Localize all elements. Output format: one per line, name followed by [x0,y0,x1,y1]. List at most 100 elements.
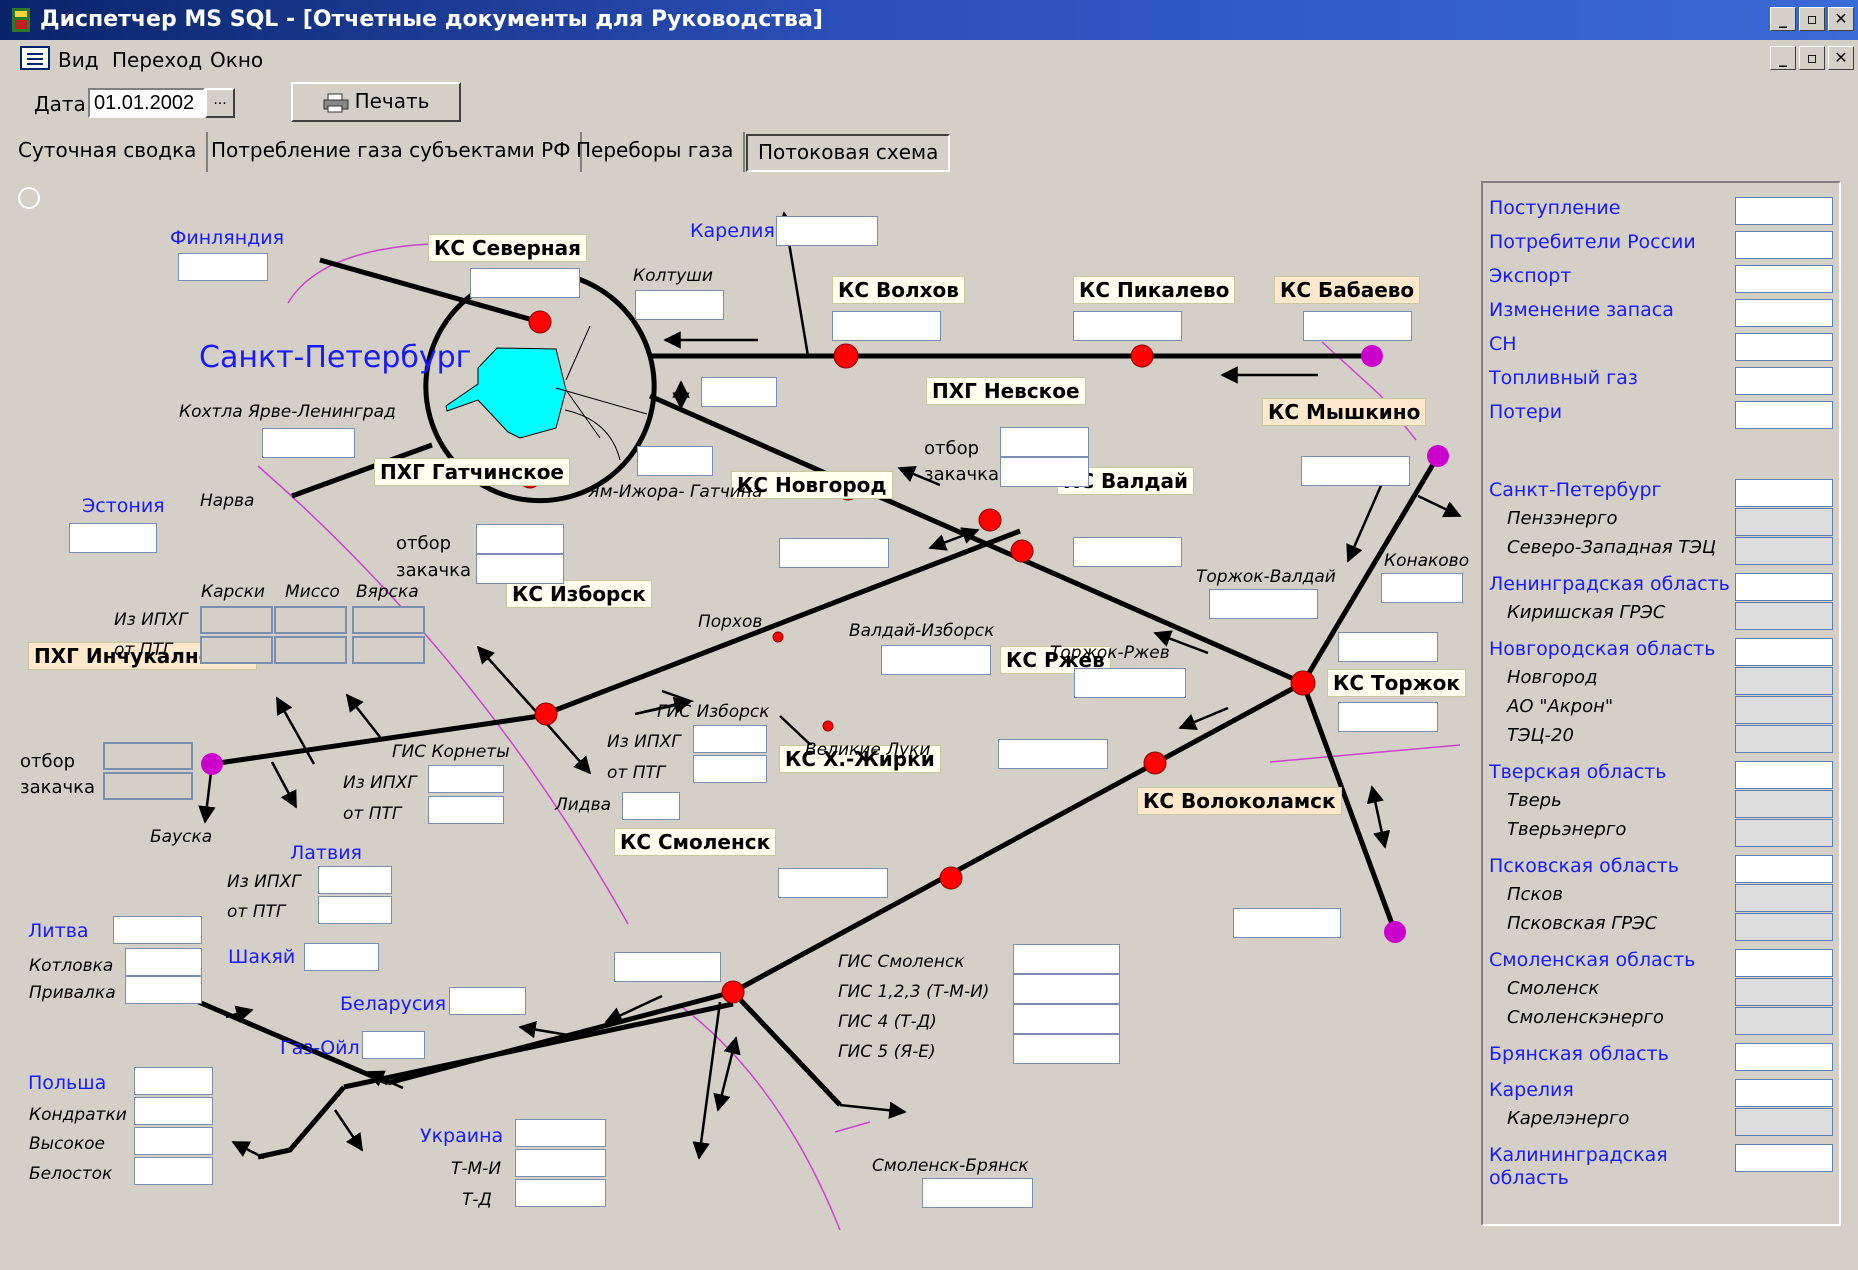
karksi-iphg-field[interactable] [200,606,273,634]
gatchina-zakachka-field[interactable] [476,554,564,584]
summary-field[interactable] [1735,1043,1833,1071]
kornety-ptg-field[interactable] [428,796,504,824]
kondratki-field[interactable] [134,1097,213,1125]
kornety-iphg-field[interactable] [428,765,504,793]
varska-iphg-field[interactable] [352,606,425,634]
estonia-field[interactable] [69,523,157,553]
valday-izborsk-field[interactable] [881,645,991,675]
spb-ring-field[interactable] [701,377,777,407]
station-gatchinskoe: ПХГ Гатчинское [374,458,570,486]
karksi-ptg-field[interactable] [200,636,273,664]
summary-field[interactable] [1735,537,1833,565]
gis-smolensk-field[interactable] [1013,944,1120,974]
summary-field[interactable] [1735,479,1833,507]
belostok-field[interactable] [134,1157,213,1185]
summary-field[interactable] [1735,602,1833,630]
karelia-field[interactable] [776,216,878,246]
summary-field[interactable] [1735,855,1833,883]
summary-field[interactable] [1735,884,1833,912]
gis-izborsk-ptg-field[interactable] [693,755,767,783]
gis-123-field[interactable] [1013,974,1120,1004]
doc-close-button[interactable]: ✕ [1828,46,1854,70]
valday-field[interactable] [1073,537,1182,567]
ukraine-field[interactable] [515,1119,606,1147]
koltushi-field[interactable] [635,290,724,320]
yam-izhora-field[interactable] [637,446,713,476]
gatchina-otbor-field[interactable] [476,524,564,554]
label-koltushi: Колтуши [633,266,713,286]
summary-field[interactable] [1735,197,1833,225]
torzhok-field-top[interactable] [1338,632,1438,662]
smolensk-bryansk-field[interactable] [922,1178,1033,1208]
summary-field[interactable] [1735,1108,1833,1136]
shakyai-field[interactable] [304,943,379,971]
babaevo-field[interactable] [1303,311,1412,341]
torzhok-valday-field[interactable] [1209,589,1318,619]
nevskoe-otbor-field[interactable] [1000,427,1089,457]
gis-4-field[interactable] [1013,1004,1120,1034]
varska-ptg-field[interactable] [352,636,425,664]
summary-field[interactable] [1735,508,1833,536]
client-area: Вид Переход Окно _ ▫ ✕ Дата 01.01.2002 .… [0,40,1858,1270]
station-torzhok: КС Торжок [1327,669,1466,697]
torzhok-rzhev-field[interactable] [1074,668,1186,698]
smolensk-field[interactable] [614,952,721,982]
summary-field[interactable] [1735,638,1833,666]
summary-field[interactable] [1735,790,1833,818]
summary-field[interactable] [1735,299,1833,327]
poland-field[interactable] [134,1067,213,1095]
nevskoe-zakachka-field[interactable] [1000,457,1089,487]
belarus-field[interactable] [449,987,526,1015]
summary-field[interactable] [1735,573,1833,601]
lithuania-field[interactable] [113,916,202,944]
summary-field[interactable] [1735,913,1833,941]
rzhev-field[interactable] [998,739,1108,769]
summary-field[interactable] [1735,949,1833,977]
lidva-field[interactable] [622,792,680,820]
summary-field[interactable] [1735,667,1833,695]
summary-field[interactable] [1735,725,1833,753]
close-button[interactable]: ✕ [1828,7,1854,31]
summary-field[interactable] [1735,265,1833,293]
kotlovka-field[interactable] [125,948,202,976]
minimize-button[interactable]: _ [1770,7,1796,31]
misso-ptg-field[interactable] [274,636,347,664]
summary-field[interactable] [1735,367,1833,395]
gas-oil-field[interactable] [362,1031,425,1059]
summary-field[interactable] [1735,819,1833,847]
vysokoe-field[interactable] [134,1127,213,1155]
volkhov-field[interactable] [832,311,941,341]
doc-minimize-button[interactable]: _ [1770,46,1796,70]
summary-field[interactable] [1735,333,1833,361]
myshkino-field[interactable] [1301,456,1410,486]
pikalevo-field[interactable] [1073,311,1182,341]
finland-field[interactable] [178,253,268,281]
privalka-field[interactable] [125,976,202,1004]
inchukalns-zakachka-field[interactable] [103,772,193,800]
latvia-ptg-field[interactable] [318,896,392,924]
summary-field[interactable] [1735,978,1833,1006]
ukraine-td-field[interactable] [515,1179,606,1207]
severnaya-field[interactable] [470,268,580,298]
ukraine-tmi-field[interactable] [515,1149,606,1177]
gis-izborsk-iphg-field[interactable] [693,725,767,753]
summary-field[interactable] [1735,1007,1833,1035]
maximize-button[interactable]: ▫ [1799,7,1825,31]
gis-5-field[interactable] [1013,1034,1120,1064]
summary-field[interactable] [1735,696,1833,724]
torzhok-field[interactable] [1338,702,1438,732]
doc-maximize-button[interactable]: ▫ [1799,46,1825,70]
zhirki-field[interactable] [778,868,888,898]
summary-label: Брянская область [1489,1043,1669,1065]
summary-field[interactable] [1735,1079,1833,1107]
latvia-iphg-field[interactable] [318,866,392,894]
misso-iphg-field[interactable] [274,606,347,634]
novgorod-field[interactable] [779,538,889,568]
summary-field[interactable] [1735,231,1833,259]
konakovo-field[interactable] [1381,573,1463,603]
kokhtla-field[interactable] [262,428,355,458]
summary-field[interactable] [1735,401,1833,429]
summary-field[interactable] [1735,761,1833,789]
inchukalns-otbor-field[interactable] [103,742,193,770]
volokolamsk-field[interactable] [1233,908,1341,938]
